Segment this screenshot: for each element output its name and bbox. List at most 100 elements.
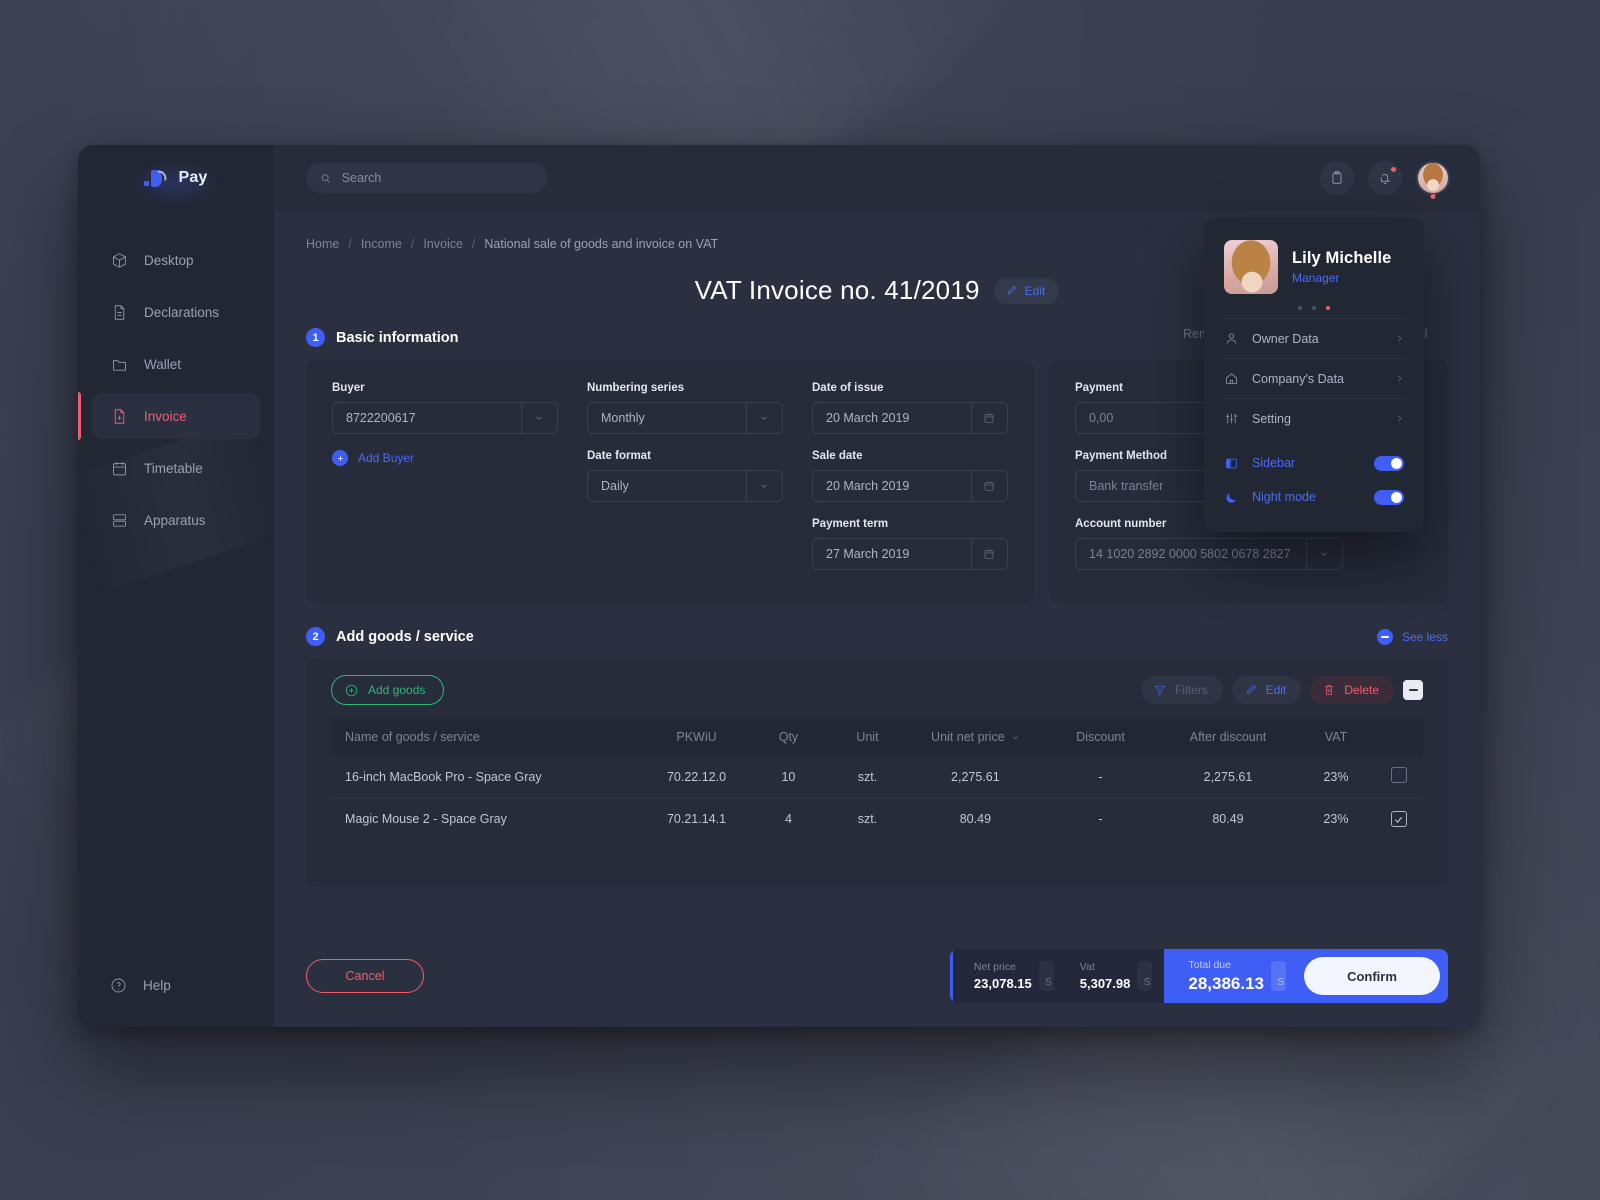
topbar: [274, 145, 1480, 211]
help-icon: [111, 978, 126, 992]
profile-menu-company-data[interactable]: Company's Data: [1224, 358, 1404, 398]
page-title: VAT Invoice no. 41/2019: [694, 275, 980, 305]
sidebar-item-invoice[interactable]: Invoice: [78, 392, 260, 440]
moon-icon: [1226, 492, 1236, 503]
trash-icon: [1325, 685, 1334, 695]
chevron-down-icon[interactable]: [521, 403, 555, 433]
sidebar-item-label: Invoice: [144, 408, 187, 424]
sidebar-item-label: Desktop: [144, 252, 194, 268]
sidebar-switch[interactable]: [1374, 455, 1404, 471]
confirm-button[interactable]: Confirm: [1304, 957, 1440, 995]
brand-logo[interactable]: Pay: [78, 145, 274, 211]
row-checkbox[interactable]: [1390, 811, 1407, 827]
breadcrumb-income[interactable]: Income: [361, 237, 402, 251]
notifications-button[interactable]: [1368, 161, 1402, 195]
edit-rows-button[interactable]: Edit: [1231, 676, 1302, 704]
cell-vat: 23%: [1297, 756, 1375, 799]
profile-pagination-dots[interactable]: [1224, 306, 1404, 310]
cell-name: 16-inch MacBook Pro - Space Gray: [331, 756, 643, 799]
payment-term-label: Payment term: [812, 518, 889, 530]
payment-amount-placeholder: 0,00: [1089, 411, 1114, 425]
avatar[interactable]: [1416, 161, 1450, 199]
column-header-vat[interactable]: VAT: [1297, 718, 1375, 756]
profile-menu-setting[interactable]: Setting: [1224, 398, 1404, 438]
cell-discount: -: [1098, 812, 1103, 827]
see-less-button[interactable]: See less: [1376, 628, 1448, 645]
profile-toggle-night-mode[interactable]: Night mode: [1224, 480, 1404, 514]
date-of-issue-input[interactable]: 20 March 2019: [812, 402, 1008, 434]
calendar-icon[interactable]: [971, 403, 1005, 433]
add-goods-button[interactable]: Add goods: [331, 675, 445, 705]
chevron-down-icon[interactable]: [746, 403, 780, 433]
chevron-down-icon[interactable]: [746, 471, 780, 501]
profile-toggle-label: Night mode: [1252, 490, 1316, 504]
row-checkbox[interactable]: [1390, 767, 1407, 784]
buyer-column: Buyer 8722200617 Add Buyer: [332, 382, 558, 586]
column-header-unit-net-price[interactable]: Unit net price: [908, 718, 1043, 756]
sale-date-input[interactable]: 20 March 2019: [812, 470, 1008, 502]
breadcrumb-current: National sale of goods and invoice on VA…: [484, 237, 719, 251]
sidebar-item-desktop[interactable]: Desktop: [92, 237, 260, 283]
column-header-unit[interactable]: Unit: [826, 718, 909, 756]
table-row[interactable]: 16-inch MacBook Pro - Space Gray 70.22.1…: [331, 756, 1423, 799]
sidebar-nav: Desktop Declarations Wallet Invoice Time…: [78, 237, 274, 543]
cell-discount: -: [1042, 756, 1159, 799]
user-icon: [1227, 333, 1236, 344]
total-due-label: Total due: [1188, 958, 1231, 971]
cell-unit-net-price: 2,275.61: [908, 756, 1043, 799]
payment-method-value: Bank transfer: [1089, 479, 1164, 493]
calendar-icon[interactable]: [971, 471, 1005, 501]
sidebar-item-declarations[interactable]: Declarations: [92, 289, 260, 335]
chevron-down-icon[interactable]: [1306, 539, 1340, 569]
column-header-after-discount[interactable]: After discount: [1158, 718, 1298, 756]
column-header-discount[interactable]: Discount: [1042, 718, 1159, 756]
sidebar-item-apparatus[interactable]: Apparatus: [92, 497, 260, 543]
search-box[interactable]: [306, 163, 548, 193]
profile-dropdown: Lily Michelle Manager Owner Data Company…: [1204, 218, 1424, 532]
cancel-button[interactable]: Cancel: [306, 959, 424, 993]
payment-term-input[interactable]: 27 March 2019: [812, 538, 1008, 570]
edit-title-button[interactable]: Edit: [993, 277, 1060, 304]
home-icon: [1226, 373, 1237, 384]
breadcrumb-invoice[interactable]: Invoice: [423, 237, 463, 251]
account-number-select[interactable]: 14 1020 2892 0000 5802 0678 2827: [1075, 538, 1343, 570]
calendar-icon[interactable]: [971, 539, 1005, 569]
profile-toggle-sidebar[interactable]: Sidebar: [1224, 446, 1404, 480]
section-number: 2: [306, 627, 325, 646]
sidebar-icon: [1226, 458, 1237, 468]
sidebar-item-timetable[interactable]: Timetable: [92, 445, 260, 491]
table-row[interactable]: Magic Mouse 2 - Space Gray 70.21.14.1 4 …: [331, 798, 1423, 840]
profile-role: Manager: [1292, 271, 1340, 285]
cell-unit: szt.: [826, 756, 909, 799]
cell-after-discount: 80.49: [1212, 812, 1244, 827]
delete-rows-button[interactable]: Delete: [1310, 676, 1394, 704]
cell-qty: 4: [784, 812, 792, 827]
night-mode-switch[interactable]: [1374, 489, 1404, 505]
cell-vat: 23%: [1323, 812, 1349, 827]
clipboard-button[interactable]: [1320, 161, 1354, 195]
column-header-qty[interactable]: Qty: [750, 718, 827, 756]
sidebar-item-help[interactable]: Help: [78, 965, 274, 1005]
sidebar-item-label: Apparatus: [144, 512, 206, 528]
server-icon: [110, 511, 128, 529]
filters-button[interactable]: Filters: [1140, 676, 1223, 704]
sidebar-item-label: Timetable: [144, 460, 203, 476]
chevron-right-icon: [1395, 332, 1404, 346]
date-of-issue-value: 20 March 2019: [826, 411, 910, 425]
sidebar-item-wallet[interactable]: Wallet: [92, 341, 260, 387]
numbering-series-select[interactable]: Monthly: [587, 402, 783, 434]
sidebar-item-label: Wallet: [144, 356, 182, 372]
goods-table-head: Name of goods / service PKWiU Qty Unit U…: [331, 718, 1423, 756]
add-buyer-button[interactable]: Add Buyer: [332, 450, 558, 466]
date-of-issue-field: Date of issue 20 March 2019: [812, 382, 1008, 434]
net-price-total: Net price 23,078.15 S: [974, 961, 1054, 991]
buyer-select[interactable]: 8722200617: [332, 402, 558, 434]
column-header-pkwiu[interactable]: PKWiU: [642, 718, 751, 756]
search-input[interactable]: [341, 171, 534, 185]
profile-menu-owner-data[interactable]: Owner Data: [1224, 318, 1404, 358]
column-header-name[interactable]: Name of goods / service: [331, 718, 643, 756]
cell-name: Magic Mouse 2 - Space Gray: [345, 812, 507, 827]
breadcrumb-home[interactable]: Home: [306, 237, 339, 251]
collapse-table-button[interactable]: [1403, 680, 1423, 700]
date-format-select[interactable]: Daily: [587, 470, 783, 502]
